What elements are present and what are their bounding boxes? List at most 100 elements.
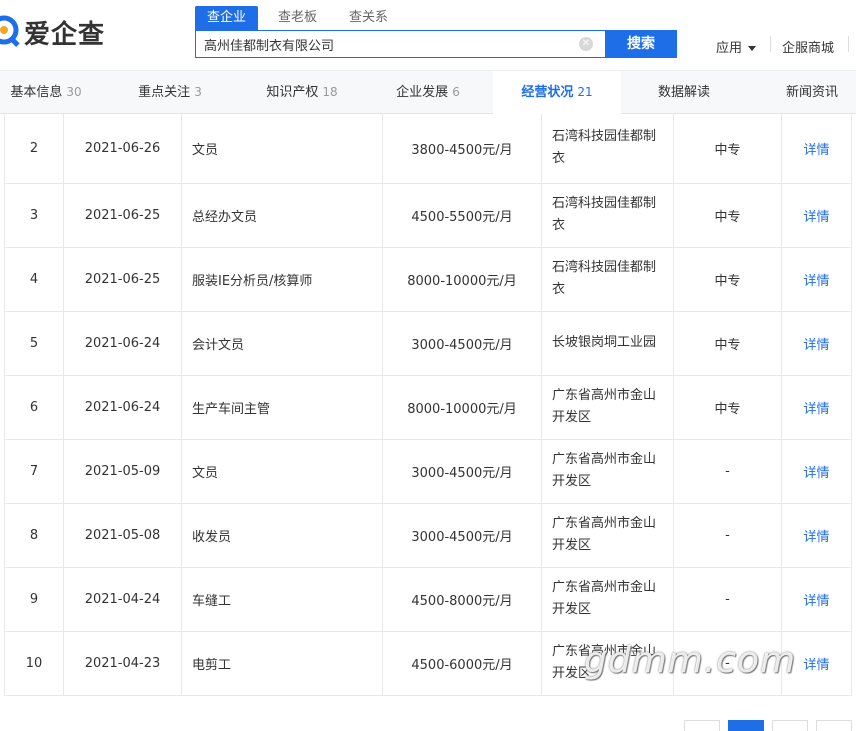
tab-count: 30 bbox=[66, 85, 82, 99]
tab-count: 18 bbox=[322, 85, 338, 99]
table-row: 8 2021-05-08 收发员 3000-4500元/月 广东省高州市金山开发区 - 详情 bbox=[4, 502, 852, 568]
detail-link[interactable]: 详情 bbox=[803, 530, 829, 545]
education: 中专 bbox=[673, 114, 782, 184]
salary: 4500-8000元/月 bbox=[382, 566, 542, 632]
table-row: 6 2021-06-24 生产车间主管 8000-10000元/月 广东省高州市金山开发… bbox=[4, 374, 852, 440]
top-header: 爱企查 查企业 查老板 查关系 ✕ 搜索 应用 企服商城 bbox=[0, 0, 856, 70]
row-index: 3 bbox=[4, 182, 64, 248]
divider bbox=[848, 36, 849, 52]
tab-development[interactable]: 企业发展 6 bbox=[382, 71, 474, 114]
job-title: 文员 bbox=[181, 114, 383, 184]
education: - bbox=[673, 438, 782, 504]
salary: 3000-4500元/月 bbox=[382, 310, 542, 376]
job-title: 生产车间主管 bbox=[181, 374, 383, 440]
row-index: 10 bbox=[4, 630, 64, 696]
job-title: 总经办文员 bbox=[181, 182, 383, 248]
divider bbox=[770, 36, 771, 52]
publish-date: 2021-06-24 bbox=[63, 310, 182, 376]
tab-label: 知识产权 bbox=[266, 85, 319, 100]
apps-menu[interactable]: 应用 bbox=[716, 37, 757, 56]
tab-operations[interactable]: 经营状况 21 bbox=[493, 71, 621, 114]
education: 中专 bbox=[673, 182, 782, 248]
detail-link[interactable]: 详情 bbox=[803, 143, 829, 158]
education: - bbox=[673, 566, 782, 632]
education: 中专 bbox=[673, 310, 782, 376]
row-index: 5 bbox=[4, 310, 64, 376]
detail-cell: 详情 bbox=[781, 246, 852, 312]
tab-count: 6 bbox=[452, 85, 460, 99]
table-row: 2 2021-06-26 文员 3800-4500元/月 石湾科技园佳都制衣 中专 详情 bbox=[4, 114, 852, 184]
publish-date: 2021-04-24 bbox=[63, 566, 182, 632]
tab-label: 新闻资讯 bbox=[785, 85, 838, 100]
mall-link[interactable]: 企服商城 bbox=[782, 37, 834, 56]
tab-count: 3 bbox=[194, 85, 202, 99]
clear-icon[interactable]: ✕ bbox=[579, 37, 593, 51]
tab-basic-info[interactable]: 基本信息 30 bbox=[0, 71, 92, 114]
job-title: 会计文员 bbox=[181, 310, 383, 376]
education: 中专 bbox=[673, 246, 782, 312]
caret-down-icon bbox=[748, 46, 757, 51]
tab-key-focus[interactable]: 重点关注 3 bbox=[124, 71, 216, 114]
search-tab-relation[interactable]: 查关系 bbox=[337, 6, 400, 30]
tab-label: 企业发展 bbox=[396, 85, 449, 100]
detail-cell: 详情 bbox=[781, 374, 852, 440]
publish-date: 2021-04-23 bbox=[63, 630, 182, 696]
detail-link[interactable]: 详情 bbox=[803, 274, 829, 289]
logo[interactable]: 爱企查 bbox=[0, 14, 105, 50]
salary: 3800-4500元/月 bbox=[382, 114, 542, 184]
tab-news[interactable]: 新闻资讯 bbox=[772, 71, 852, 114]
detail-cell: 详情 bbox=[781, 114, 852, 184]
job-title: 电剪工 bbox=[181, 630, 383, 696]
publish-date: 2021-06-25 bbox=[63, 246, 182, 312]
search-box: ✕ bbox=[195, 30, 605, 58]
detail-link[interactable]: 详情 bbox=[803, 402, 829, 417]
detail-cell: 详情 bbox=[781, 438, 852, 504]
publish-date: 2021-05-08 bbox=[63, 502, 182, 568]
tab-data-insight[interactable]: 数据解读 bbox=[644, 71, 724, 114]
search-tab-company[interactable]: 查企业 bbox=[195, 6, 259, 30]
row-index: 7 bbox=[4, 438, 64, 504]
table-row: 4 2021-06-25 服装IE分析员/核算师 8000-10000元/月 石湾科技园… bbox=[4, 246, 852, 312]
row-index: 8 bbox=[4, 502, 64, 568]
detail-link[interactable]: 详情 bbox=[803, 338, 829, 353]
detail-cell: 详情 bbox=[781, 566, 852, 632]
work-location: 广东省高州市金山开发区 bbox=[541, 566, 674, 632]
detail-link[interactable]: 详情 bbox=[803, 466, 829, 481]
pager-page-button[interactable] bbox=[772, 720, 808, 731]
publish-date: 2021-06-24 bbox=[63, 374, 182, 440]
tab-label: 基本信息 bbox=[10, 85, 63, 100]
job-title: 服装IE分析员/核算师 bbox=[181, 246, 383, 312]
job-title: 收发员 bbox=[181, 502, 383, 568]
recruitment-table-wrap: 2 2021-06-26 文员 3800-4500元/月 石湾科技园佳都制衣 中专 详情 3 2… bbox=[4, 114, 854, 696]
search-button[interactable]: 搜索 bbox=[605, 30, 677, 58]
tab-count: 21 bbox=[577, 85, 593, 99]
table-row: 9 2021-04-24 车缝工 4500-8000元/月 广东省高州市金山开发区 - 详情 bbox=[4, 566, 852, 632]
detail-cell: 详情 bbox=[781, 502, 852, 568]
pager-page-button[interactable] bbox=[728, 720, 764, 731]
salary: 8000-10000元/月 bbox=[382, 246, 542, 312]
education: 中专 bbox=[673, 374, 782, 440]
education: - bbox=[673, 502, 782, 568]
job-title: 文员 bbox=[181, 438, 383, 504]
publish-date: 2021-05-09 bbox=[63, 438, 182, 504]
search-input[interactable] bbox=[204, 31, 564, 57]
detail-link[interactable]: 详情 bbox=[803, 210, 829, 225]
pager-next-button[interactable] bbox=[816, 720, 852, 731]
publish-date: 2021-06-26 bbox=[63, 114, 182, 184]
watermark: gdmm.com bbox=[584, 640, 797, 681]
pager-prev-button[interactable] bbox=[684, 720, 720, 731]
work-location: 长坡银岗垌工业园 bbox=[541, 310, 674, 376]
salary: 4500-5500元/月 bbox=[382, 182, 542, 248]
job-title: 车缝工 bbox=[181, 566, 383, 632]
detail-link[interactable]: 详情 bbox=[803, 594, 829, 609]
apps-menu-label: 应用 bbox=[716, 41, 743, 56]
work-location: 广东省高州市金山开发区 bbox=[541, 374, 674, 440]
recruitment-table: 2 2021-06-26 文员 3800-4500元/月 石湾科技园佳都制衣 中专 详情 3 2… bbox=[4, 114, 852, 696]
salary: 4500-6000元/月 bbox=[382, 630, 542, 696]
detail-link[interactable]: 详情 bbox=[803, 658, 829, 673]
tab-ip[interactable]: 知识产权 18 bbox=[252, 71, 352, 114]
tab-label: 重点关注 bbox=[138, 85, 191, 100]
search-tab-boss[interactable]: 查老板 bbox=[266, 6, 329, 30]
detail-cell: 详情 bbox=[781, 310, 852, 376]
tab-label: 经营状况 bbox=[521, 85, 574, 100]
